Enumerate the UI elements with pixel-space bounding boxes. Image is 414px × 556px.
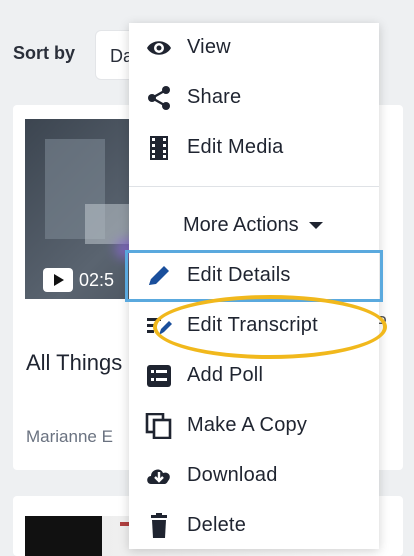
- poll-icon: [147, 365, 171, 387]
- media-title[interactable]: All Things: [26, 350, 122, 376]
- duration-text: 02:5: [79, 269, 115, 290]
- copy-icon: [145, 413, 172, 439]
- menu-item-label: Delete: [187, 514, 247, 536]
- highlight-box: [125, 250, 383, 302]
- more-actions-label: More Actions: [183, 214, 299, 236]
- menu-item-download[interactable]: Download: [129, 451, 379, 501]
- duration-badge: 02:5: [37, 265, 122, 295]
- menu-item-make-copy[interactable]: Make A Copy: [129, 401, 379, 451]
- menu-item-label: Add Poll: [187, 364, 264, 386]
- eye-icon: [147, 41, 171, 55]
- menu-item-view[interactable]: View: [129, 23, 379, 73]
- menu-item-label: Edit Media: [187, 136, 284, 158]
- share-icon: [148, 86, 170, 110]
- menu-item-label: Download: [187, 464, 278, 486]
- thumbnail-scene-light: [85, 204, 135, 244]
- menu-item-edit-media[interactable]: Edit Media: [129, 123, 379, 173]
- media-author: Marianne E: [26, 427, 113, 446]
- menu-item-label: View: [187, 36, 231, 58]
- play-icon: [43, 268, 73, 292]
- menu-item-label: Share: [187, 86, 242, 108]
- trash-icon: [151, 513, 167, 538]
- menu-divider: [129, 186, 379, 187]
- menu-item-delete[interactable]: Delete: [129, 501, 379, 551]
- menu-item-share[interactable]: Share: [129, 73, 379, 123]
- film-icon: [150, 136, 168, 160]
- menu-item-label: Make A Copy: [187, 414, 308, 436]
- sort-label: Sort by: [13, 43, 76, 63]
- highlight-oval: [153, 295, 387, 359]
- more-actions-toggle[interactable]: More Actions: [183, 214, 323, 237]
- caret-down-icon: [308, 222, 323, 230]
- cloud-download-icon: [147, 469, 170, 484]
